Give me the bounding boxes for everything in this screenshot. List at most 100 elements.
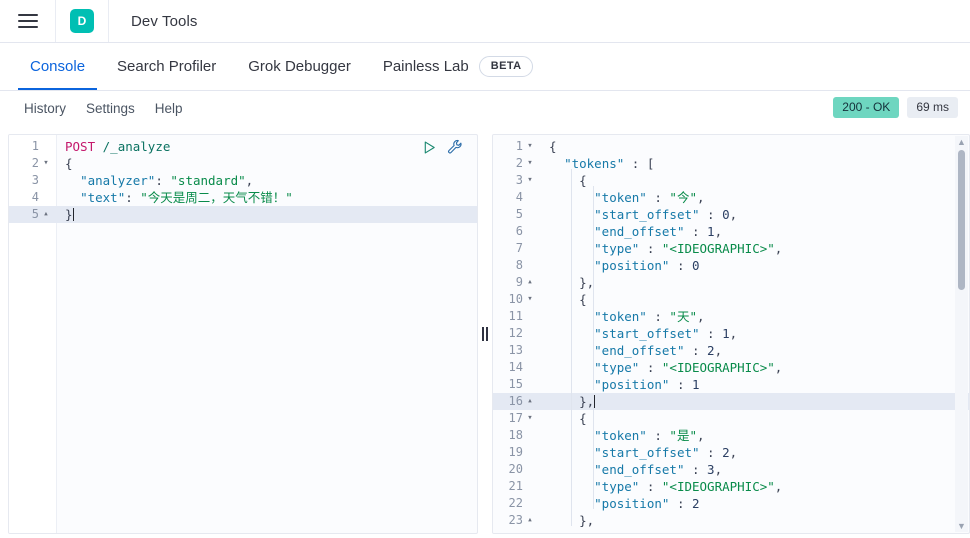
toolbar-help-button[interactable]: Help: [145, 101, 193, 116]
pane-splitter[interactable]: [478, 134, 492, 534]
fold-toggle-icon[interactable]: ▾: [525, 291, 535, 308]
code-token: :: [646, 309, 670, 324]
code-token: [: [646, 156, 655, 171]
fold-toggle-icon[interactable]: ▾: [525, 410, 535, 427]
tab-search-profiler-label: Search Profiler: [117, 58, 217, 75]
scrollbar-thumb[interactable]: [958, 150, 965, 290]
fold-toggle-icon[interactable]: ▾: [525, 138, 535, 155]
code-line[interactable]: 5 "start_offset" : 0,: [493, 206, 969, 223]
tab-search-profiler[interactable]: Search Profiler: [101, 43, 232, 90]
tab-grok-debugger[interactable]: Grok Debugger: [232, 43, 367, 90]
line-number: 19: [508, 445, 523, 459]
fold-toggle-icon[interactable]: ▾: [41, 155, 51, 172]
code-token: {: [579, 292, 587, 307]
code-text: {: [549, 172, 587, 189]
console-toolbar: History Settings Help 200 - OK 69 ms: [0, 91, 970, 125]
fold-toggle-icon[interactable]: ▴: [525, 393, 535, 410]
code-token: "analyzer": [80, 173, 156, 188]
code-line[interactable]: 3 ▾ {: [493, 172, 969, 189]
code-line[interactable]: 11 "token" : "天",: [493, 308, 969, 325]
code-token: :: [155, 173, 171, 188]
code-token: :: [669, 258, 692, 273]
code-line[interactable]: 15 "position" : 1: [493, 376, 969, 393]
response-editor[interactable]: 1 ▾{2 ▾ "tokens" : [3 ▾ {4 "token" : "今", 5 …: [492, 134, 970, 534]
code-token: "type": [594, 479, 640, 494]
app-logo[interactable]: D: [56, 0, 108, 42]
code-text: "type" : "<IDEOGRAPHIC>",: [549, 478, 782, 495]
code-line[interactable]: 4 "text": "今天是周二，天气不错！": [9, 189, 477, 206]
code-line[interactable]: 23 ▴ },: [493, 512, 969, 529]
line-number: 23: [508, 513, 523, 527]
code-line[interactable]: 20 "end_offset" : 3,: [493, 461, 969, 478]
code-line[interactable]: 19 "start_offset" : 2,: [493, 444, 969, 461]
code-token: "今天是周二，天气不错！": [140, 190, 293, 205]
code-token: "position": [594, 258, 670, 273]
code-token: ,: [714, 343, 723, 358]
code-token: 0: [722, 207, 730, 222]
code-text: "analyzer": "standard",: [65, 172, 253, 189]
code-line[interactable]: 2 ▾ "tokens" : [: [493, 155, 969, 172]
fold-toggle-icon[interactable]: ▾: [525, 155, 535, 172]
indent-guide: [593, 288, 594, 390]
code-line[interactable]: 18 "token" : "是",: [493, 427, 969, 444]
indent-guide: [571, 169, 572, 526]
code-line[interactable]: 1 POST /_analyze: [9, 138, 477, 155]
code-line[interactable]: 10 ▾ {: [493, 291, 969, 308]
line-number: 6: [515, 224, 523, 238]
request-code[interactable]: 1 POST /_analyze 2 ▾ {3 "analyzer": "standar…: [9, 135, 477, 533]
code-line[interactable]: 14 "type" : "<IDEOGRAPHIC>",: [493, 359, 969, 376]
toolbar-settings-button[interactable]: Settings: [76, 101, 145, 116]
code-token: 1: [722, 326, 730, 341]
code-token: ,: [729, 207, 738, 222]
code-line[interactable]: 7 "type" : "<IDEOGRAPHIC>",: [493, 240, 969, 257]
code-line[interactable]: 21 "type" : "<IDEOGRAPHIC>",: [493, 478, 969, 495]
code-text: "text": "今天是周二，天气不错！": [65, 189, 293, 206]
code-line[interactable]: 8 "position" : 0: [493, 257, 969, 274]
code-token: "今": [669, 190, 697, 205]
fold-toggle-icon[interactable]: ▴: [525, 274, 535, 291]
code-token: 2: [707, 343, 715, 358]
code-token: "type": [594, 360, 640, 375]
play-icon[interactable]: [422, 140, 437, 160]
line-number: 15: [508, 377, 523, 391]
tab-console[interactable]: Console: [14, 43, 101, 90]
code-token: },: [579, 275, 595, 290]
code-line[interactable]: 6 "end_offset" : 1,: [493, 223, 969, 240]
code-line[interactable]: 17 ▾ {: [493, 410, 969, 427]
code-line[interactable]: 22 "position" : 2: [493, 495, 969, 512]
code-token: /_analyze: [102, 139, 171, 154]
scroll-down-arrow-icon[interactable]: ▼: [955, 520, 968, 532]
code-line[interactable]: 9 ▴ },: [493, 274, 969, 291]
code-line[interactable]: 13 "end_offset" : 2,: [493, 342, 969, 359]
code-line[interactable]: 12 "start_offset" : 1,: [493, 325, 969, 342]
line-number: 11: [508, 309, 523, 323]
code-line[interactable]: 5 ▴}: [9, 206, 477, 223]
code-text: {: [549, 410, 587, 427]
hamburger-icon[interactable]: [0, 0, 55, 42]
line-number: 17: [508, 411, 523, 425]
scroll-up-arrow-icon[interactable]: ▲: [955, 136, 968, 148]
line-number: 3: [31, 173, 39, 187]
request-editor[interactable]: 1 POST /_analyze 2 ▾ {3 "analyzer": "standar…: [8, 134, 478, 534]
response-scrollbar[interactable]: ▲ ▼: [955, 136, 968, 532]
header-divider-2: [108, 0, 109, 42]
fold-toggle-icon[interactable]: ▴: [525, 512, 535, 529]
fold-toggle-icon[interactable]: ▴: [41, 206, 51, 223]
dev-tools-app: D Dev Tools Console Search Profiler Grok…: [0, 0, 970, 538]
code-text: "tokens" : [: [549, 155, 654, 172]
code-text: },: [549, 393, 596, 410]
code-line[interactable]: 4 "token" : "今",: [493, 189, 969, 206]
toolbar-history-button[interactable]: History: [14, 101, 76, 116]
code-line[interactable]: 16 ▴ },: [493, 393, 969, 410]
wrench-icon[interactable]: [447, 139, 463, 160]
fold-toggle-icon[interactable]: ▾: [525, 172, 535, 189]
code-line[interactable]: 2 ▾ {: [9, 155, 477, 172]
line-number: 5: [31, 207, 39, 221]
code-text: }: [65, 206, 74, 223]
tab-painless-lab[interactable]: Painless Lab BETA: [367, 43, 550, 90]
code-line[interactable]: 3 "analyzer": "standard",: [9, 172, 477, 189]
code-line[interactable]: 1 ▾ {: [493, 138, 969, 155]
